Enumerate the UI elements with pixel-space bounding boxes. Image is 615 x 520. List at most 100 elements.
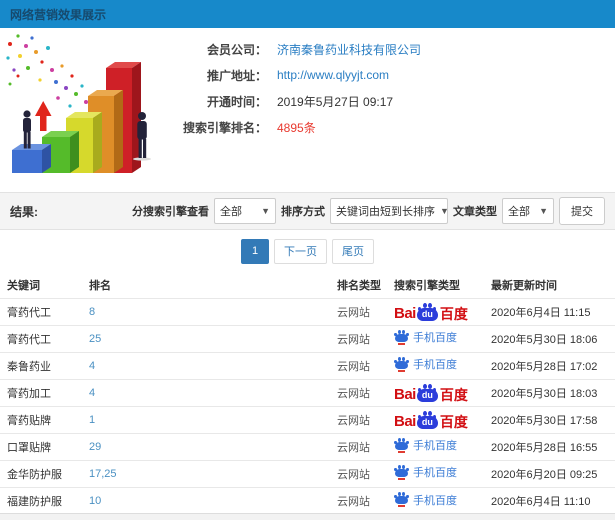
rank-cell[interactable]: 29 [85,432,333,460]
filter-bar: 结果: 分搜索引擎查看 全部 ▼ 排序方式 关键词由短到长排序 ▼ 文章类型 全… [0,192,615,230]
promotion-url-label: 推广地址： [206,68,267,83]
open-time-value: 2019年5月27日 09:17 [277,94,394,109]
baidu-mobile-logo: 手机百度 [394,329,457,345]
rank-cell[interactable]: 8 [85,297,333,325]
update-time-cell: 2020年5月30日 18:06 [487,324,615,352]
baidu-logo-text: Bai [394,304,416,322]
update-time-cell: 2020年5月30日 18:03 [487,378,615,406]
keyword-cell: 金华防护服 [0,459,85,487]
open-time-label: 开通时间： [206,94,267,109]
article-type-select[interactable]: 全部 ▼ [502,198,554,224]
engine-cell: 手机百度 [390,459,487,487]
column-keyword: 关键词 [7,279,40,292]
table-header-row: 关键词 排名 排名类型 搜索引擎类型 最新更新时间 [0,272,615,298]
engine-cell: 手机百度 [390,432,487,460]
company-label: 会员公司： [206,42,267,57]
rank-cell[interactable]: 10 [85,486,333,513]
keyword-cell: 膏药代工 [0,297,85,325]
engine-cell: 手机百度 [390,486,487,513]
sort-select[interactable]: 关键词由短到长排序 ▼ [330,198,449,224]
mobile-baidu-label: 手机百度 [413,467,457,480]
table-row: 膏药代工 25 云网站 手机百度 2020年5月30日 18:06 [0,324,615,352]
mobile-baidu-label: 手机百度 [413,494,457,507]
info-row-open-time: 开通时间： 2019年5月27日 09:17 [175,88,615,114]
table-row: 膏药加工 4 云网站 Bai du 百度 2020年5月30日 18:03 [0,378,615,406]
engine-cell: 手机百度 [390,351,487,379]
baidu-pc-logo: Bai du 百度 [394,383,468,402]
update-time-cell: 2020年5月28日 16:55 [487,432,615,460]
engine-filter-select[interactable]: 全部 ▼ [214,198,276,224]
info-row-url: 推广地址： http://www.qlyyjt.com [175,62,615,88]
engine-cell: Bai du 百度 [390,297,487,325]
mobile-baidu-paw-icon [394,492,409,507]
rank-cell[interactable]: 25 [85,324,333,352]
rank-cell[interactable]: 17,25 [85,459,333,487]
rank-type-cell: 云网站 [333,351,390,379]
keyword-cell: 膏药加工 [0,378,85,406]
info-row-company: 会员公司： 济南秦鲁药业科技有限公司 [175,36,615,62]
next-page-button[interactable]: 下一页 [274,238,327,264]
member-info: 会员公司： 济南秦鲁药业科技有限公司 推广地址： http://www.qlyy… [175,28,615,192]
rank-cell[interactable]: 4 [85,351,333,379]
up-arrow-icon [35,101,52,131]
mobile-baidu-paw-icon [394,437,409,453]
table-row: 口罩贴牌 29 云网站 手机百度 2020年5月28日 16:55 [0,432,615,460]
baidu-cn-text: 百度 [439,305,468,322]
column-update-time: 最新更新时间 [491,279,557,292]
table-row: 金华防护服 17,25 云网站 手机百度 2020年6月20日 09:25 [0,459,615,487]
article-type-value: 全部 [508,206,530,218]
mobile-baidu-label: 手机百度 [413,440,457,453]
column-rank: 排名 [89,279,111,292]
marketing-report-page: 网络营销效果展示 会员公司： 济南秦鲁药业科技有限公司 推广地址： http:/… [0,0,615,514]
keyword-cell: 福建防护服 [0,486,85,513]
pagination: 1 下一页 尾页 [0,238,615,264]
sort-label: 排序方式 [281,206,325,218]
rank-cell[interactable]: 1 [85,405,333,433]
filter-controls: 分搜索引擎查看 全部 ▼ 排序方式 关键词由短到长排序 ▼ 文章类型 全部 ▼ … [132,197,605,225]
submit-button[interactable]: 提交 [559,197,605,225]
company-link[interactable]: 济南秦鲁药业科技有限公司 [277,41,421,58]
engine-filter-value: 全部 [220,206,242,218]
bar-blue [12,144,51,173]
article-type-label: 文章类型 [453,206,497,218]
keyword-cell: 膏药代工 [0,324,85,352]
rank-type-cell: 云网站 [333,324,390,352]
keyword-cell: 秦鲁药业 [0,351,85,379]
rank-type-cell: 云网站 [333,486,390,513]
baidu-paw-icon: du [416,383,438,402]
page-title: 网络营销效果展示 [10,7,107,22]
ranking-count-label: 搜索引擎排名： [182,120,267,135]
keyword-cell: 膏药贴牌 [0,405,85,433]
engine-cell: Bai du 百度 [390,405,487,433]
baidu-paw-icon: du [416,410,438,429]
ranking-count-value: 4895条 [277,120,316,135]
page-button-1[interactable]: 1 [241,238,269,264]
baidu-du-text: du [416,307,438,321]
rank-cell[interactable]: 4 [85,378,333,406]
baidu-paw-icon: du [416,302,438,321]
update-time-cell: 2020年6月4日 11:10 [487,486,615,513]
businessman-left [23,110,31,149]
baidu-du-text: du [416,388,438,402]
last-page-button[interactable]: 尾页 [332,238,374,264]
keyword-cell: 口罩贴牌 [0,432,85,460]
baidu-mobile-logo: 手机百度 [394,464,457,480]
update-time-cell: 2020年5月30日 17:58 [487,405,615,433]
column-engine-type: 搜索引擎类型 [394,279,460,292]
top-section: 会员公司： 济南秦鲁药业科技有限公司 推广地址： http://www.qlyy… [0,28,615,192]
rank-type-cell: 云网站 [333,432,390,460]
baidu-pc-logo: Bai du 百度 [394,302,468,322]
growth-chart-illustration [6,34,151,173]
info-row-ranking-count: 搜索引擎排名： 4895条 [175,114,615,140]
rank-type-cell: 云网站 [333,297,390,325]
table-row: 膏药贴牌 1 云网站 Bai du 百度 2020年5月30日 17:58 [0,405,615,433]
engine-cell: Bai du 百度 [390,378,487,406]
result-label: 结果: [10,204,38,219]
mobile-baidu-paw-icon [394,329,409,345]
mobile-baidu-label: 手机百度 [413,359,457,372]
chevron-down-icon: ▼ [440,206,449,216]
titlebar: 网络营销效果展示 [0,0,615,28]
baidu-mobile-logo: 手机百度 [394,356,457,372]
baidu-du-text: du [416,415,438,429]
promotion-url-link[interactable]: http://www.qlyyjt.com [277,68,389,82]
